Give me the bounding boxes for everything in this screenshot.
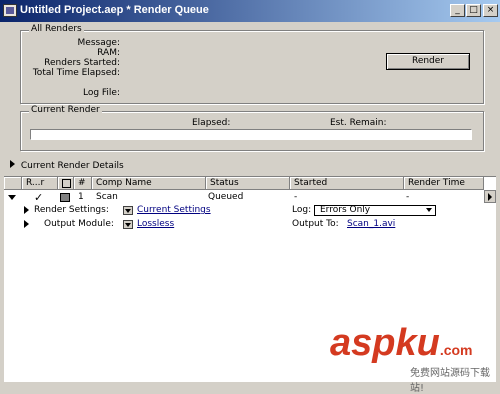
current-render-label: Current Render [29,105,102,115]
renders-started-label: Renders Started: [44,58,120,68]
label-color-icon [62,179,71,188]
ram-label: RAM: [97,48,120,58]
column-header-label-icon[interactable] [58,177,74,190]
output-module-label: Output Module: [44,219,114,229]
maximize-button[interactable]: □ [466,4,481,17]
watermark-text: aspku [330,322,440,364]
row-twirl[interactable] [8,193,16,203]
scroll-right-button[interactable] [484,190,496,203]
total-time-elapsed-label: Total Time Elapsed: [32,68,120,78]
expand-triangle-icon [10,160,15,168]
all-renders-label: All Renders [29,24,84,34]
render-details-toggle[interactable]: Current Render Details [10,160,124,171]
column-header-started[interactable]: Started [290,177,404,190]
output-to-label: Output To: [292,219,339,229]
render-details-label: Current Render Details [20,161,124,171]
watermark-subtitle: 免费网站源码下载站! [410,368,490,394]
watermark-com: .com [439,342,473,358]
column-header-render-time[interactable]: Render Time [404,177,484,190]
collapse-triangle-icon [8,195,16,200]
render-checkbox-icon[interactable]: ✓ [34,191,43,204]
column-header-twirl [4,177,22,190]
title-bar: Untitled Project.aep * Render Queue _ □ … [0,0,500,22]
started-value: - [294,192,298,202]
render-settings-link[interactable]: Current Settings [137,205,211,215]
render-settings-label: Render Settings: [34,205,109,215]
column-header-status[interactable]: Status [206,177,290,190]
expand-triangle-icon [24,220,29,228]
log-file-label: Log File: [82,88,120,98]
label-color-swatch[interactable] [60,193,70,202]
watermark-logo: aspku.com [330,322,473,365]
comp-name[interactable]: Scan [96,192,118,202]
render-progress-bar [30,129,472,140]
render-button[interactable]: Render [386,53,470,70]
render-settings-dropdown-button[interactable] [123,206,133,215]
dropdown-arrow-icon [426,208,432,212]
column-header-render[interactable]: R...r [22,177,58,190]
output-module-dropdown-button[interactable] [123,220,133,229]
window-title: Untitled Project.aep * Render Queue [20,4,209,16]
minimize-button[interactable]: _ [450,4,465,17]
app-icon[interactable] [3,4,17,17]
expand-triangle-icon [24,206,29,214]
elapsed-label: Elapsed: [192,118,231,128]
status: Queued [208,192,244,202]
column-header-number[interactable]: # [74,177,92,190]
log-dropdown[interactable]: Errors Only [314,205,436,216]
output-module-link[interactable]: Lossless [137,219,174,229]
render-time-value: - [406,192,410,202]
message-label: Message: [77,38,120,48]
log-dropdown-value: Errors Only [320,205,371,215]
log-label: Log: [292,205,312,215]
close-button[interactable]: × [483,4,498,17]
output-to-link[interactable]: Scan_1.avi [347,219,395,229]
output-module-twirl[interactable] [24,220,29,231]
est-remain-label: Est. Remain: [330,118,387,128]
row-number: 1 [78,192,84,202]
render-settings-twirl[interactable] [24,206,29,217]
column-header-comp-name[interactable]: Comp Name [92,177,206,190]
